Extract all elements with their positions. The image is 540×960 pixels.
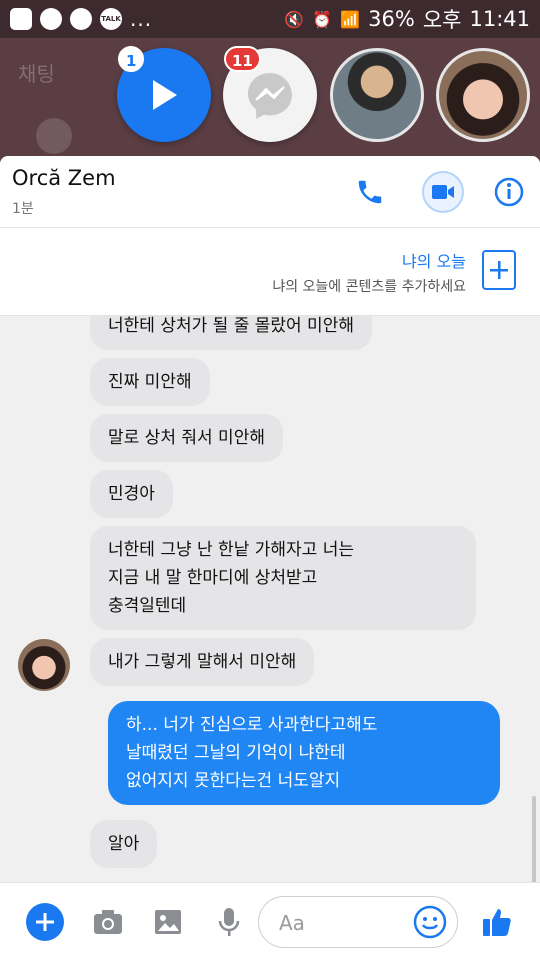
image-icon (155, 910, 181, 934)
my-day-banner: 냐의 오늘 냐의 오늘에 콘텐츠를 추가하세요 (0, 228, 540, 316)
message-line: 너한테 그냥 난 한낱 가해자고 너는 (108, 540, 354, 560)
message-line: 지금 내 말 한마디에 상처받고 (108, 568, 318, 588)
more-actions-button[interactable] (26, 903, 64, 941)
clock-time: 11:41 (469, 7, 530, 31)
plus-icon (490, 261, 508, 279)
video-camera-icon (432, 185, 454, 199)
conversation-info-button[interactable] (489, 172, 529, 212)
mute-icon: 🔇 (284, 9, 305, 29)
message-bubble-incoming-multiline[interactable]: 너한테 그냥 난 한낱 가해자고 너는 지금 내 말 한마디에 상처받고 충격일… (90, 526, 476, 630)
sender-avatar[interactable] (18, 639, 70, 691)
message-bubble-incoming[interactable]: 진짜 미안해 (90, 358, 210, 406)
chat-card: Orcă Zem 1분 냐의 오늘 냐의 오늘에 콘텐츠를 추가하세요 너한테 … (0, 156, 540, 960)
messenger-notification-icon-2 (70, 8, 92, 30)
message-bubble-outgoing[interactable]: 하... 너가 진심으로 사과한다고해도 날때렸던 그날의 기억이 냐한테 없어… (108, 701, 500, 805)
app-notification-icon (10, 8, 32, 30)
voice-message-button[interactable] (210, 903, 248, 941)
message-line: 날때렸던 그날의 기억이 냐한테 (126, 743, 346, 763)
gallery-button[interactable] (149, 903, 187, 941)
messenger-notification-icon (40, 8, 62, 30)
camera-icon (94, 910, 122, 934)
battery-level: 36% (368, 7, 415, 31)
play-icon (153, 80, 177, 110)
message-input[interactable]: Aa (258, 896, 458, 948)
conversation-header: Orcă Zem 1분 (0, 156, 540, 228)
background-chat-label: 채팅 (18, 62, 55, 86)
last-active: 1분 (12, 201, 34, 217)
info-icon (494, 177, 524, 207)
contact-chat-head-male[interactable] (330, 48, 424, 142)
message-list[interactable]: 너한테 상처가 될 줄 몰랐어 미안해 진짜 미안해 말로 상처 줘서 미안해 … (0, 316, 540, 882)
message-line: 충격일텐데 (108, 596, 187, 616)
wifi-icon: 📶 (340, 9, 361, 29)
message-bubble-incoming[interactable]: 민경아 (90, 470, 173, 518)
chat-heads-bar: 채팅 1 11 (0, 38, 540, 196)
like-button[interactable] (478, 903, 516, 941)
contact-chat-head-active[interactable] (436, 48, 530, 142)
my-day-subtitle: 냐의 오늘에 콘텐츠를 추가하세요 (272, 279, 466, 295)
video-call-button[interactable] (422, 171, 464, 213)
emoji-icon[interactable] (412, 904, 448, 940)
message-bubble-incoming[interactable]: 너한테 상처가 될 줄 몰랐어 미안해 (90, 316, 372, 350)
scrollbar[interactable] (532, 796, 536, 882)
my-day-title[interactable]: 냐의 오늘 (402, 248, 466, 272)
contact-name[interactable]: Orcă Zem (12, 166, 116, 190)
message-bubble-incoming[interactable]: 말로 상처 줘서 미안해 (90, 414, 283, 462)
phone-icon (358, 180, 382, 204)
add-to-day-button[interactable] (482, 250, 516, 290)
thumbs-up-icon (483, 909, 511, 936)
alarm-icon: ⏰ (312, 9, 333, 29)
message-bubble-incoming[interactable]: 내가 그렇게 말해서 미안해 (90, 638, 315, 686)
more-notifications-indicator: ... (130, 7, 153, 31)
kakaotalk-notification-icon: TALK (100, 8, 122, 30)
plus-icon (36, 913, 54, 931)
status-bar: TALK ... 🔇 ⏰ 📶 36% 오후 11:41 (0, 0, 540, 38)
message-composer: Aa (0, 882, 540, 960)
voice-call-button[interactable] (350, 172, 390, 212)
message-input-placeholder: Aa (279, 911, 305, 935)
microphone-icon (218, 908, 240, 936)
time-ampm: 오후 (422, 8, 462, 32)
background-avatar (36, 118, 72, 154)
message-line: 하... 너가 진심으로 사과한다고해도 (126, 715, 378, 735)
messenger-chat-head-badge: 11 (224, 46, 261, 72)
message-bubble-incoming[interactable]: 알아 (90, 820, 158, 868)
camera-button[interactable] (89, 903, 127, 941)
messenger-icon (248, 73, 292, 119)
message-line: 없어지지 못한다는건 너도알지 (126, 771, 341, 791)
